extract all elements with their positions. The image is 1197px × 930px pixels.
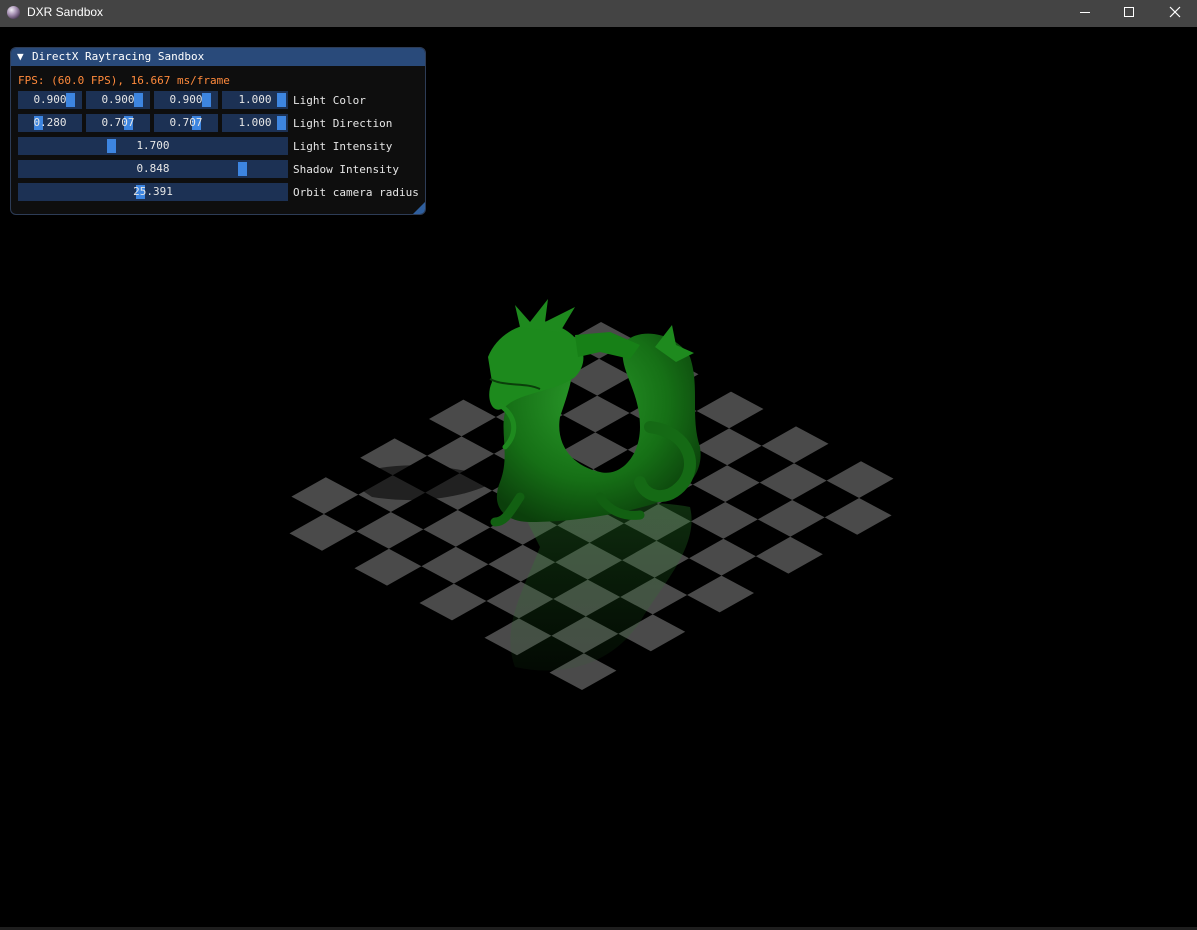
floor-tile — [761, 426, 829, 464]
sandbox-panel[interactable]: ▼ DirectX Raytracing Sandbox FPS: (60.0 … — [10, 47, 426, 215]
panel-title: DirectX Raytracing Sandbox — [32, 50, 205, 63]
floor-tile — [824, 498, 892, 535]
window-title: DXR Sandbox — [27, 5, 104, 19]
light-direction-y-slider[interactable]: 0.707 — [86, 114, 150, 132]
floor-tile — [419, 583, 487, 621]
close-button[interactable] — [1151, 0, 1197, 27]
slider-value: 1.700 — [136, 139, 170, 152]
floor-tile — [759, 463, 827, 500]
light-intensity-label: Light Intensity — [293, 140, 393, 153]
floor-tile — [690, 502, 758, 539]
floor-tile — [291, 477, 359, 514]
light-direction-label: Light Direction — [293, 117, 393, 130]
floor-tile — [826, 461, 894, 498]
light-intensity-slider[interactable]: 1.700 — [18, 137, 288, 155]
slider-value: 0.900 — [169, 93, 203, 106]
floor-tile — [687, 575, 754, 613]
close-icon — [1169, 6, 1181, 18]
light-color-label: Light Color — [293, 94, 366, 107]
floor-tile — [421, 546, 489, 584]
floor-tile — [429, 399, 496, 437]
light-direction-z-slider[interactable]: 0.707 — [154, 114, 218, 132]
orbit-radius-label: Orbit camera radius — [293, 186, 419, 199]
minimize-button[interactable] — [1062, 0, 1108, 27]
light-direction-x-slider[interactable]: 0.280 — [18, 114, 82, 132]
floor-tile — [757, 500, 825, 537]
floor-tile — [696, 391, 764, 429]
slider-value: 0.848 — [136, 162, 170, 175]
floor-tile — [356, 512, 424, 549]
collapse-triangle-icon[interactable]: ▼ — [17, 50, 24, 63]
floor-tile — [354, 548, 422, 586]
floor-tile — [692, 465, 760, 502]
floor-tile — [755, 536, 823, 574]
minimize-icon — [1080, 12, 1090, 13]
light-color-r-slider[interactable]: 0.900 — [18, 91, 82, 109]
slider-value: 0.900 — [33, 93, 67, 106]
slider-value: 0.280 — [33, 116, 67, 129]
dragon-reflection — [510, 497, 692, 671]
slider-value: 0.900 — [101, 93, 135, 106]
panel-header[interactable]: ▼ DirectX Raytracing Sandbox — [11, 48, 425, 66]
app-icon — [7, 6, 20, 19]
maximize-button[interactable] — [1106, 0, 1152, 27]
shadow-intensity-label: Shadow Intensity — [293, 163, 399, 176]
slider-value: 25.391 — [133, 185, 173, 198]
fps-readout: FPS: (60.0 FPS), 16.667 ms/frame — [18, 74, 230, 87]
floor-tile — [694, 428, 762, 466]
resize-grip-icon[interactable] — [413, 202, 425, 214]
light-color-b-slider[interactable]: 0.900 — [154, 91, 218, 109]
light-color-g-slider[interactable]: 0.900 — [86, 91, 150, 109]
light-color-a-slider[interactable]: 1.000 — [222, 91, 288, 109]
slider-value: 0.707 — [169, 116, 203, 129]
slider-value: 1.000 — [238, 93, 272, 106]
slider-value: 0.707 — [101, 116, 135, 129]
shadow-intensity-slider[interactable]: 0.848 — [18, 160, 288, 178]
floor-tile — [289, 514, 357, 551]
floor-tile — [423, 510, 491, 547]
floor-tile — [562, 395, 630, 433]
slider-value: 1.000 — [238, 116, 272, 129]
light-direction-w-slider[interactable]: 1.000 — [222, 114, 288, 132]
title-bar[interactable]: DXR Sandbox — [0, 0, 1197, 27]
maximize-icon — [1124, 7, 1134, 17]
floor-tile — [689, 538, 756, 576]
orbit-radius-slider[interactable]: 25.391 — [18, 183, 288, 201]
